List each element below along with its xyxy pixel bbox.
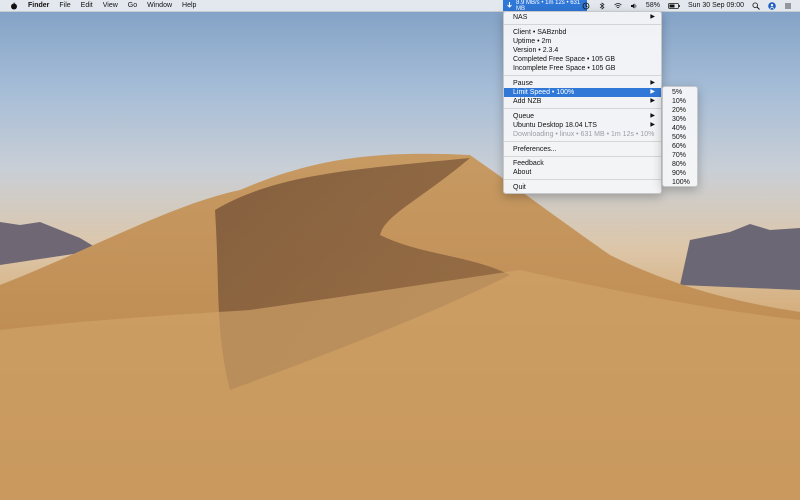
clock[interactable]: Sun 30 Sep 09:00 — [688, 2, 744, 9]
speed-option-70[interactable]: 70% — [663, 151, 697, 160]
menu-file[interactable]: File — [59, 2, 70, 9]
sabnzbd-download-icon — [506, 2, 513, 9]
speed-option-40[interactable]: 40% — [663, 124, 697, 133]
menu-item-completed-space: Completed Free Space • 105 GB — [504, 55, 661, 64]
menu-item-label: Queue — [513, 113, 535, 120]
spotlight-icon[interactable] — [752, 2, 760, 10]
speed-option-100[interactable]: 100% — [663, 178, 697, 187]
limit-speed-submenu: 5% 10% 20% 30% 40% 50% 60% 70% 80% 90% 1… — [662, 86, 698, 187]
speed-option-label: 70% — [672, 152, 687, 159]
menu-help[interactable]: Help — [182, 2, 196, 9]
menu-item-nas[interactable]: NAS ▶ — [504, 13, 661, 22]
menu-separator — [504, 156, 661, 157]
speed-option-50[interactable]: 50% — [663, 133, 697, 142]
speed-option-60[interactable]: 60% — [663, 142, 697, 151]
menu-item-quit[interactable]: Quit — [504, 183, 661, 192]
speed-option-label: 20% — [672, 107, 687, 114]
menu-item-label: Add NZB — [513, 98, 542, 105]
submenu-arrow-icon: ▶ — [650, 113, 655, 119]
speed-option-label: 90% — [672, 170, 687, 177]
notification-icon[interactable] — [784, 2, 792, 10]
menu-item-label: Downloading • linux • 631 MB • 1m 12s • … — [513, 131, 655, 138]
menu-window[interactable]: Window — [147, 2, 172, 9]
battery-icon[interactable] — [668, 2, 680, 10]
speed-option-label: 50% — [672, 134, 687, 141]
speed-option-10[interactable]: 10% — [663, 97, 697, 106]
volume-icon[interactable] — [630, 2, 638, 10]
wifi-icon[interactable] — [614, 2, 622, 10]
menu-item-label: NAS — [513, 14, 528, 21]
menu-item-uptime: Uptime • 2m — [504, 37, 661, 46]
speed-option-90[interactable]: 90% — [663, 169, 697, 178]
speed-option-label: 80% — [672, 161, 687, 168]
menu-item-label: Uptime • 2m — [513, 38, 552, 45]
menu-item-add-nzb[interactable]: Add NZB ▶ — [504, 97, 661, 106]
battery-percentage: 58% — [645, 2, 660, 9]
speed-option-label: 10% — [672, 98, 687, 105]
menu-view[interactable]: View — [103, 2, 118, 9]
menu-separator — [504, 179, 661, 180]
speed-option-80[interactable]: 80% — [663, 160, 697, 169]
menu-item-label: Incomplete Free Space • 105 GB — [513, 65, 616, 72]
menu-finder[interactable]: Finder — [28, 2, 49, 9]
submenu-arrow-icon: ▶ — [650, 80, 655, 86]
menu-item-queue[interactable]: Queue ▶ — [504, 112, 661, 121]
submenu-arrow-icon: ▶ — [650, 89, 655, 95]
speed-option-label: 100% — [672, 179, 690, 186]
desktop-wallpaper — [0, 153, 800, 500]
menu-separator — [504, 141, 661, 142]
speed-option-label: 30% — [672, 116, 687, 123]
menu-item-label: Client • SABznbd — [513, 29, 567, 36]
apple-icon[interactable] — [10, 2, 18, 10]
menu-item-version: Version • 2.3.4 — [504, 46, 661, 55]
sabnzbd-menu: NAS ▶ Client • SABznbd Uptime • 2m Versi… — [503, 11, 662, 194]
menu-item-pause[interactable]: Pause ▶ — [504, 79, 661, 88]
menu-item-label: Limit Speed • 100% — [513, 89, 575, 96]
speed-option-30[interactable]: 30% — [663, 115, 697, 124]
menu-separator — [504, 75, 661, 76]
speed-option-label: 5% — [672, 89, 683, 96]
menu-item-client: Client • SABznbd — [504, 28, 661, 37]
menu-item-feedback[interactable]: Feedback — [504, 159, 661, 168]
menu-item-label: About — [513, 169, 532, 176]
menu-item-label: Completed Free Space • 105 GB — [513, 56, 616, 63]
speed-option-5[interactable]: 5% — [663, 88, 697, 97]
speed-option-label: 60% — [672, 143, 687, 150]
menu-item-downloading: Downloading • linux • 631 MB • 1m 12s • … — [504, 130, 661, 139]
menu-item-about[interactable]: About — [504, 168, 661, 177]
menu-item-incomplete-space: Incomplete Free Space • 105 GB — [504, 64, 661, 73]
time-machine-icon[interactable] — [582, 2, 590, 10]
bluetooth-icon[interactable] — [598, 1, 606, 10]
menu-item-label: Quit — [513, 184, 526, 191]
speed-option-label: 40% — [672, 125, 687, 132]
menu-go[interactable]: Go — [128, 2, 137, 9]
menu-separator — [504, 108, 661, 109]
menu-item-label: Version • 2.3.4 — [513, 47, 559, 54]
menu-item-preferences[interactable]: Preferences... — [504, 145, 661, 154]
menu-item-limit-speed[interactable]: Limit Speed • 100% ▶ — [504, 88, 661, 97]
submenu-arrow-icon: ▶ — [650, 98, 655, 104]
submenu-arrow-icon: ▶ — [650, 122, 655, 128]
user-icon[interactable] — [768, 1, 776, 10]
sabnzbd-status-item[interactable]: 8.9 MB/s • 1m 12s • 631 MB — [503, 0, 587, 12]
speed-option-20[interactable]: 20% — [663, 106, 697, 115]
menu-edit[interactable]: Edit — [81, 2, 93, 9]
sabnzbd-status-text: 8.9 MB/s • 1m 12s • 631 MB — [516, 0, 581, 12]
menu-separator — [504, 24, 661, 25]
menu-bar: Finder File Edit View Go Window Help 8.9… — [0, 0, 800, 12]
menu-item-label: Preferences... — [513, 146, 557, 153]
menu-item-label: Feedback — [513, 160, 544, 167]
menu-item-label: Pause — [513, 80, 533, 87]
submenu-arrow-icon: ▶ — [650, 14, 655, 20]
menu-item-label: Ubuntu Desktop 18.04 LTS — [513, 122, 597, 129]
menu-item-queue-entry[interactable]: Ubuntu Desktop 18.04 LTS ▶ — [504, 121, 661, 130]
